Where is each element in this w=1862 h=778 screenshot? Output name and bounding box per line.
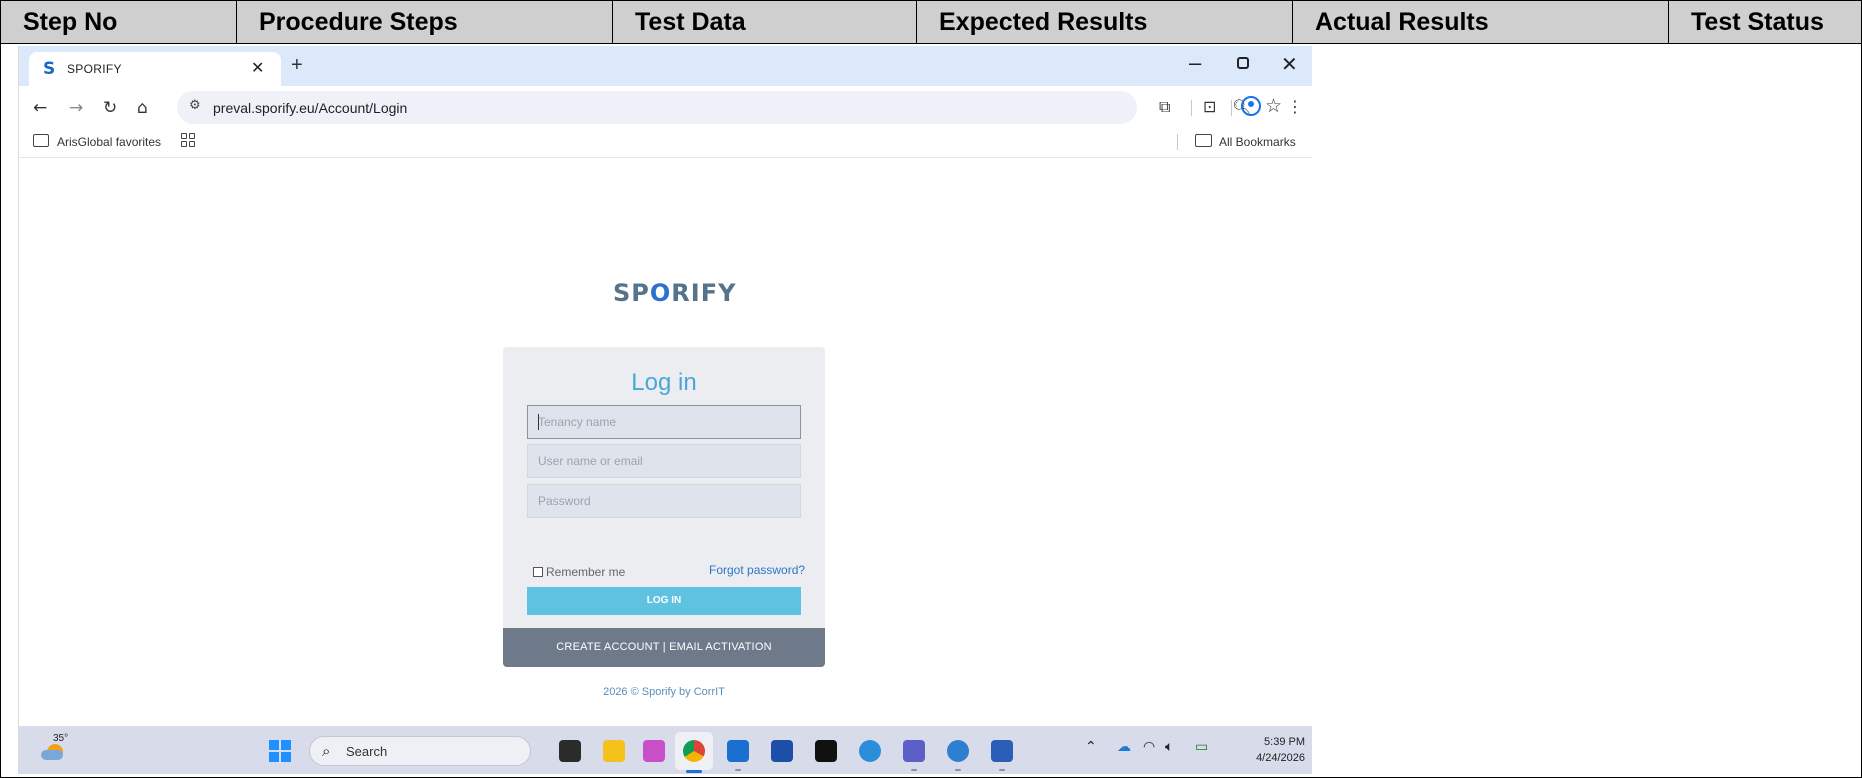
chrome-icon[interactable] [683,740,705,762]
clock[interactable]: 5:39 PM 4/24/2026 [1235,734,1305,766]
reload-icon[interactable]: ↻ [103,98,117,118]
username-input[interactable]: User name or email [527,444,801,478]
onedrive-icon[interactable]: ☁ [1117,739,1131,755]
windows-start-icon[interactable] [269,740,291,762]
home-icon[interactable]: ⌂ [137,98,148,118]
search-icon: ⌕ [322,742,331,760]
header-procedure-steps: Procedure Steps [237,1,613,43]
clock-time: 5:39 PM [1264,736,1305,748]
header-expected-results: Expected Results [917,1,1293,43]
browser-toolbar: ← → ↻ ⌂ ⚙ preval.sporify.eu/Account/Logi… [19,86,1312,128]
tab-search-icon[interactable]: ⊡ [1203,97,1216,116]
restore-icon[interactable] [1237,57,1249,69]
edge-icon[interactable] [859,740,881,762]
close-icon[interactable]: ✕ [251,58,264,78]
corrit-link[interactable]: CorrIT [694,686,725,698]
active-app-indicator [686,770,702,773]
taskbar-search[interactable]: ⌕ Search [309,736,531,766]
m365-icon[interactable] [643,740,665,762]
toolbar-divider [1191,100,1192,116]
intellij-icon[interactable] [815,740,837,762]
tab-title: SPORIFY [67,62,122,76]
all-bookmarks[interactable]: All Bookmarks [1219,135,1296,149]
battery-icon[interactable]: ▭ [1195,739,1208,755]
back-icon[interactable]: ← [33,98,47,118]
running-indicator [955,769,961,771]
task-view-icon[interactable] [559,740,581,762]
login-card: Log in Tenancy name User name or email P… [503,347,825,667]
header-test-status: Test Status [1691,8,1824,36]
temperature: 35° [53,733,69,744]
password-placeholder: Password [538,494,591,508]
address-bar[interactable]: ⚙ preval.sporify.eu/Account/Login 🔍︎ ☆ [177,91,1282,124]
bookmarks-divider [1177,134,1178,150]
text-caret [538,414,539,430]
table-header-row: Step No Procedure Steps Test Data Expect… [0,0,1862,44]
site-info-icon[interactable]: ⚙ [189,98,201,113]
remember-me-checkbox[interactable] [533,567,543,577]
url-text[interactable]: preval.sporify.eu/Account/Login [213,100,407,116]
bookmark-arisglobal-favorites[interactable]: ArisGlobal favorites [57,135,161,149]
windows-taskbar: 35° ⌕ Search ⌃ ☁ ◠ 🔈︎ ▭ 5:39 PM 4/24/202… [19,726,1312,774]
clock-date: 4/24/2026 [1256,752,1305,764]
remember-me-label: Remember me [546,565,626,579]
copyright-text: 2026 © Sporify by [603,686,694,698]
browser-tab[interactable]: S SPORIFY ✕ [29,52,281,86]
running-indicator [911,769,917,771]
tenancy-name-placeholder: Tenancy name [538,415,617,429]
edge-dev-icon[interactable] [947,740,969,762]
star-icon[interactable]: ☆ [1265,95,1282,117]
store-icon[interactable] [771,740,793,762]
embedded-screenshot: S SPORIFY ✕ + – ✕ ← → ↻ ⌂ ⚙ preval.spori… [18,46,1312,774]
header-step-no: Step No [1,1,237,43]
test-case-table: Step No Procedure Steps Test Data Expect… [0,0,1862,778]
window-close-icon[interactable]: ✕ [1281,52,1298,77]
all-bookmarks-folder-icon[interactable] [1195,134,1212,147]
apps-icon[interactable] [181,133,195,147]
password-input[interactable]: Password [527,484,801,518]
copyright: 2026 © Sporify by CorrIT [19,686,1309,698]
login-page: SPORIFY Log in Tenancy name User name or… [19,159,1312,726]
teams-icon[interactable] [903,740,925,762]
plus-icon[interactable]: + [291,54,303,77]
extensions-icon[interactable]: ⧉ [1159,97,1170,117]
login-title: Log in [631,369,697,396]
outlook-icon[interactable] [727,740,749,762]
running-indicator [735,769,741,771]
login-button[interactable]: LOG IN [527,587,801,615]
wifi-icon[interactable]: ◠ [1143,739,1155,755]
volume-icon[interactable]: 🔈︎ [1165,739,1173,755]
minimize-icon[interactable]: – [1189,50,1201,76]
menu-icon[interactable]: ⋮ [1287,97,1303,116]
browser-tab-bar: S SPORIFY ✕ + – ✕ [19,46,1312,86]
search-label: Search [346,744,388,759]
word-icon[interactable] [991,740,1013,762]
account-links[interactable]: CREATE ACCOUNT | EMAIL ACTIVATION [503,628,825,667]
header-test-data: Test Data [613,1,917,43]
bookmarks-bar: ArisGlobal favorites All Bookmarks [19,128,1312,158]
forgot-password-link[interactable]: Forgot password? [709,563,805,577]
remember-me[interactable]: Remember me [533,565,625,579]
tenancy-name-input[interactable]: Tenancy name [527,405,801,439]
username-placeholder: User name or email [538,454,643,468]
sporify-logo: SPORIFY [613,279,737,307]
forward-icon[interactable]: → [69,98,83,118]
tab-logo-icon: S [43,59,56,79]
folder-icon[interactable] [33,134,49,147]
profile-icon[interactable] [1241,96,1261,116]
chevron-up-icon[interactable]: ⌃ [1085,739,1097,755]
file-explorer-icon[interactable] [603,740,625,762]
header-actual-results: Actual Results [1293,1,1669,43]
running-indicator [999,769,1005,771]
toolbar-divider [1231,100,1232,116]
